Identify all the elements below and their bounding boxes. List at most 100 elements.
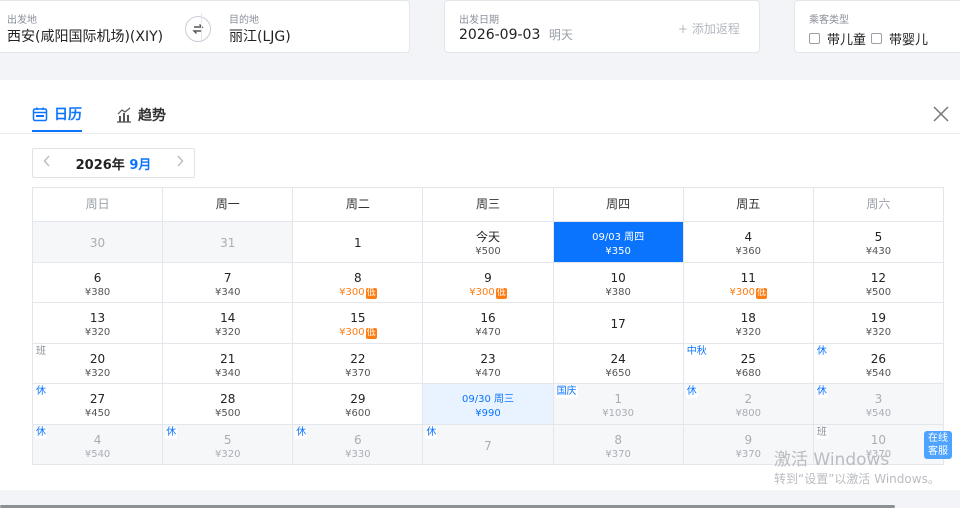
checkbox-box bbox=[809, 33, 820, 44]
price-value: ¥330 bbox=[345, 448, 371, 460]
price-value: ¥300 bbox=[339, 286, 365, 298]
calendar-day-cell[interactable]: 8 ¥300 低 bbox=[293, 262, 424, 303]
calendar-day-cell[interactable]: 10 ¥380 bbox=[553, 262, 684, 303]
calendar-day-cell[interactable]: 29 ¥600 bbox=[293, 384, 424, 425]
day-price: ¥1030 bbox=[554, 408, 683, 420]
day-price: ¥680 bbox=[684, 368, 813, 380]
swap-cities-button[interactable] bbox=[185, 16, 211, 42]
depart-date-input[interactable]: 2026-09-03 明天 bbox=[459, 26, 573, 43]
tab-trend[interactable]: 趋势 bbox=[116, 105, 166, 132]
watermark-line1: 激活 Windows bbox=[774, 450, 890, 470]
calendar-day-cell[interactable]: 22 ¥370 bbox=[293, 343, 424, 384]
calendar-day-cell[interactable]: 16 ¥470 bbox=[423, 303, 554, 344]
calendar-day-cell[interactable]: 30 bbox=[33, 222, 164, 263]
day-number: 27 bbox=[89, 392, 106, 406]
depart-date-hint: 明天 bbox=[548, 28, 573, 42]
price-value: ¥370 bbox=[345, 367, 371, 379]
calendar-panel: 日历 趋势 2026年 9月 周日 周一 周二 周三 周四 周五 周六 30 3… bbox=[0, 93, 960, 490]
calendar-day-cell[interactable]: 15 ¥300 低 bbox=[293, 303, 424, 344]
calendar-day-cell[interactable]: 9 ¥300 低 bbox=[423, 262, 554, 303]
calendar-day-cell[interactable]: 中秋 25 ¥680 bbox=[683, 343, 814, 384]
day-number: 2 bbox=[744, 392, 753, 406]
day-price: ¥360 bbox=[684, 246, 813, 258]
day-number: 29 bbox=[350, 392, 366, 406]
route-divider bbox=[201, 13, 202, 43]
calendar-day-cell[interactable]: 8 ¥370 bbox=[553, 424, 684, 465]
add-return-button[interactable]: + 添加返程 bbox=[678, 20, 740, 37]
day-number: 26 bbox=[870, 351, 887, 366]
with-infant-checkbox[interactable]: 带婴儿 bbox=[871, 29, 928, 48]
calendar-day-cell[interactable]: 17 bbox=[553, 303, 684, 344]
calendar-day-cell[interactable]: 休 26 ¥540 bbox=[813, 343, 944, 384]
calendar-day-cell[interactable]: 19 ¥320 bbox=[813, 303, 944, 344]
calendar-day-cell[interactable]: 28 ¥500 bbox=[163, 384, 294, 425]
price-value: ¥500 bbox=[214, 408, 241, 419]
price-value: ¥600 bbox=[345, 408, 371, 419]
day-price: ¥990 bbox=[423, 408, 552, 420]
calendar-day-cell[interactable]: 18 ¥320 bbox=[683, 303, 814, 344]
calendar-day-cell[interactable]: 班 20 ¥320 bbox=[33, 343, 164, 384]
weekday-header: 周四 bbox=[553, 188, 684, 222]
day-price: ¥800 bbox=[684, 408, 813, 420]
calendar-weeks: 30 31 1 今天 ¥500 09/03 周四 ¥350 4 ¥360 5 ¥430 6 ¥380 7 ¥… bbox=[33, 222, 944, 465]
day-number: 19 bbox=[870, 311, 887, 325]
calendar-day-cell[interactable]: 休7 bbox=[423, 424, 554, 465]
weekday-header: 周六 bbox=[813, 188, 944, 222]
from-input[interactable]: 西安(咸阳国际机场)(XIY) bbox=[7, 26, 163, 46]
calendar-day-cell[interactable]: 6 ¥380 bbox=[33, 262, 164, 303]
calendar-day-cell[interactable]: 休 3 ¥540 bbox=[813, 384, 944, 425]
calendar-day-cell[interactable]: 休 27 ¥450 bbox=[33, 384, 164, 425]
day-number: 14 bbox=[220, 311, 236, 325]
day-price: ¥320 bbox=[163, 327, 292, 339]
day-price: ¥470 bbox=[423, 327, 552, 339]
calendar-week-row: 6 ¥380 7 ¥340 8 ¥300 低 9 ¥300 低 10 ¥380 11 ¥300 低 12 ¥50… bbox=[33, 262, 944, 303]
calendar-day-cell[interactable]: 休 2 ¥800 bbox=[683, 384, 814, 425]
calendar-day-cell[interactable]: 31 bbox=[163, 222, 294, 263]
calendar-grid: 周日 周一 周二 周三 周四 周五 周六 30 31 1 今天 ¥500 09/03 周四… bbox=[32, 187, 944, 465]
calendar-day-cell[interactable]: 今天 ¥500 bbox=[423, 222, 554, 263]
prev-month-button[interactable] bbox=[33, 155, 61, 171]
with-child-checkbox[interactable]: 带儿童 bbox=[809, 29, 866, 48]
price-value: ¥370 bbox=[605, 448, 631, 460]
calendar-day-cell[interactable]: 13 ¥320 bbox=[33, 303, 164, 344]
day-price: ¥540 bbox=[814, 368, 943, 380]
next-month-button[interactable] bbox=[166, 155, 194, 171]
calendar-week-row: 休 27 ¥450 28 ¥500 29 ¥600 09/30 周三 ¥990 国庆 1 ¥1030 休… bbox=[33, 384, 944, 425]
close-calendar-button[interactable] bbox=[932, 105, 950, 123]
day-number: 3 bbox=[874, 392, 883, 406]
calendar-day-cell[interactable]: 24 ¥650 bbox=[553, 343, 684, 384]
calendar-day-cell[interactable]: 21 ¥340 bbox=[163, 343, 294, 384]
calendar-day-cell[interactable]: 23 ¥470 bbox=[423, 343, 554, 384]
day-number: 25 bbox=[740, 351, 756, 366]
day-number: 21 bbox=[220, 351, 236, 366]
day-price: ¥370 bbox=[554, 449, 683, 461]
watermark-line2: 转到“设置”以激活 Windows。 bbox=[774, 472, 940, 486]
to-input[interactable]: 丽江(LJG) bbox=[229, 26, 291, 46]
calendar-day-cell[interactable]: 09/30 周三 ¥990 bbox=[423, 384, 554, 425]
day-number: 16 bbox=[480, 311, 496, 325]
calendar-day-cell[interactable]: 09/03 周四 ¥350 bbox=[553, 222, 684, 263]
day-price: ¥300 低 bbox=[293, 287, 422, 299]
route-card: 出发地 西安(咸阳国际机场)(XIY) 目的地 丽江(LJG) bbox=[0, 0, 410, 53]
calendar-day-cell[interactable]: 1 bbox=[293, 222, 424, 263]
calendar-day-cell[interactable]: 14 ¥320 bbox=[163, 303, 294, 344]
calendar-day-cell[interactable]: 休 5 ¥320 bbox=[163, 424, 294, 465]
calendar-day-cell[interactable]: 国庆 1 ¥1030 bbox=[553, 384, 684, 425]
price-value: ¥300 bbox=[729, 286, 755, 298]
calendar-day-cell[interactable]: 7 ¥340 bbox=[163, 262, 294, 303]
calendar-day-cell[interactable]: 休 6 ¥330 bbox=[293, 424, 424, 465]
calendar-day-cell[interactable]: 11 ¥300 低 bbox=[683, 262, 814, 303]
day-price: ¥540 bbox=[33, 449, 162, 461]
calendar-day-cell[interactable]: 5 ¥430 bbox=[813, 222, 944, 263]
current-month-label: 2026年 9月 bbox=[61, 154, 166, 173]
holiday-tag: 休 bbox=[425, 426, 438, 439]
chevron-left-icon bbox=[43, 155, 50, 167]
year-label: 2026年 bbox=[75, 157, 125, 173]
calendar-day-cell[interactable]: 12 ¥500 bbox=[813, 262, 944, 303]
calendar-day-cell[interactable]: 4 ¥360 bbox=[683, 222, 814, 263]
day-number: 18 bbox=[740, 311, 756, 325]
tab-calendar[interactable]: 日历 bbox=[32, 105, 82, 132]
price-value: ¥470 bbox=[475, 367, 501, 379]
online-service-button[interactable]: 在线客服 bbox=[924, 431, 952, 459]
calendar-day-cell[interactable]: 休 4 ¥540 bbox=[33, 424, 164, 465]
